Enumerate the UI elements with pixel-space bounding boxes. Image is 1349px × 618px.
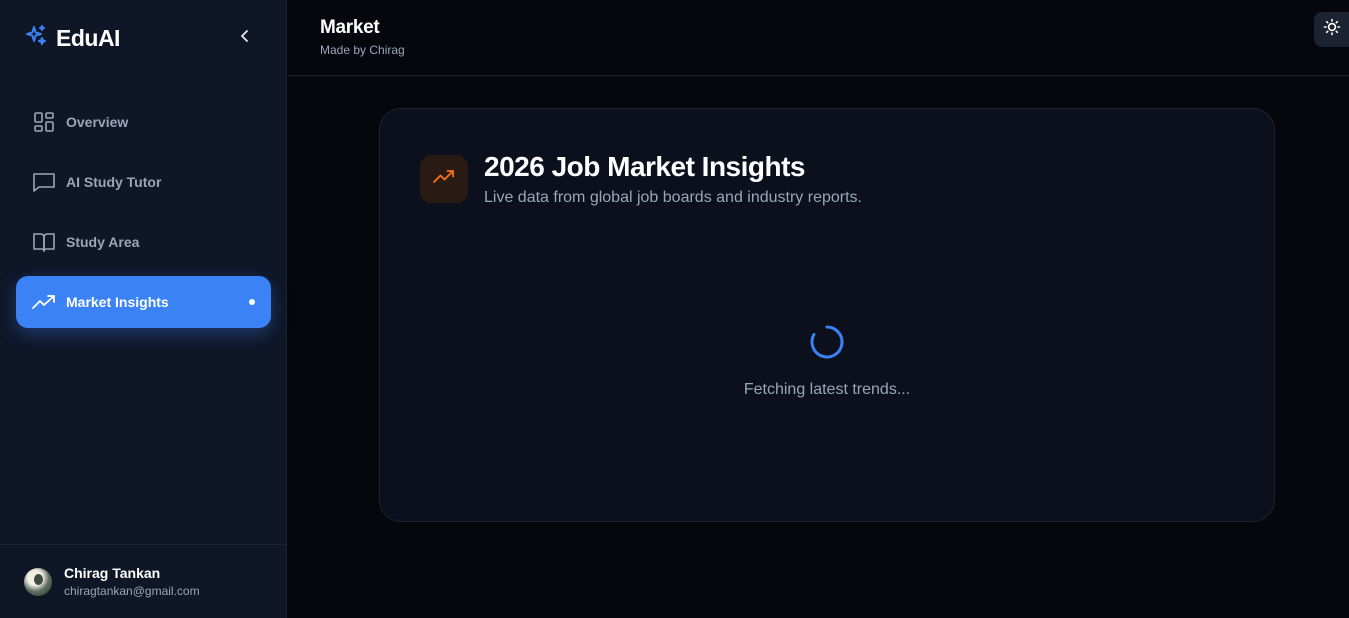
- card-subtitle: Live data from global job boards and ind…: [484, 189, 862, 206]
- sidebar-item-label: AI Study Tutor: [66, 174, 162, 190]
- chevron-left-icon: [237, 28, 253, 49]
- chat-icon: [32, 170, 56, 194]
- trending-up-icon: [432, 165, 456, 194]
- trending-up-icon: [32, 290, 56, 314]
- sidebar-item-market-insights[interactable]: Market Insights: [16, 276, 271, 328]
- user-email: chiragtankan@gmail.com: [64, 584, 200, 598]
- sidebar-item-overview[interactable]: Overview: [16, 96, 271, 148]
- book-icon: [32, 230, 56, 254]
- sidebar-item-ai-study-tutor[interactable]: AI Study Tutor: [16, 156, 271, 208]
- collapse-sidebar-button[interactable]: [234, 26, 256, 50]
- page-title: Market: [320, 17, 380, 38]
- active-indicator-dot: [249, 299, 255, 305]
- sidebar: EduAI Overview AI Study Tutor Study Area…: [0, 0, 287, 618]
- loading-text: Fetching latest trends...: [743, 381, 911, 398]
- sidebar-item-label: Study Area: [66, 234, 140, 250]
- trend-badge: [420, 155, 468, 203]
- user-info: Chirag Tankan chiragtankan@gmail.com: [64, 565, 200, 598]
- theme-toggle-button[interactable]: [1314, 12, 1349, 47]
- sidebar-item-label: Overview: [66, 114, 129, 130]
- sparkles-icon: [24, 24, 48, 53]
- sun-icon: [1323, 18, 1341, 41]
- user-profile[interactable]: Chirag Tankan chiragtankan@gmail.com: [0, 544, 287, 618]
- brand-name: EduAI: [56, 24, 120, 51]
- brand[interactable]: EduAI: [24, 24, 120, 52]
- page-header: Market Made by Chirag: [288, 0, 1349, 76]
- dashboard-icon: [32, 110, 56, 134]
- avatar: [24, 567, 52, 596]
- user-name: Chirag Tankan: [64, 565, 161, 581]
- page-subtitle: Made by Chirag: [320, 43, 405, 57]
- sidebar-item-study-area[interactable]: Study Area: [16, 216, 271, 268]
- sidebar-nav: Overview AI Study Tutor Study Area Marke…: [16, 96, 271, 336]
- sidebar-item-label: Market Insights: [66, 294, 169, 310]
- market-insights-card: 2026 Job Market Insights Live data from …: [379, 108, 1275, 522]
- card-title: 2026 Job Market Insights: [484, 151, 806, 182]
- loading-spinner: [810, 325, 844, 359]
